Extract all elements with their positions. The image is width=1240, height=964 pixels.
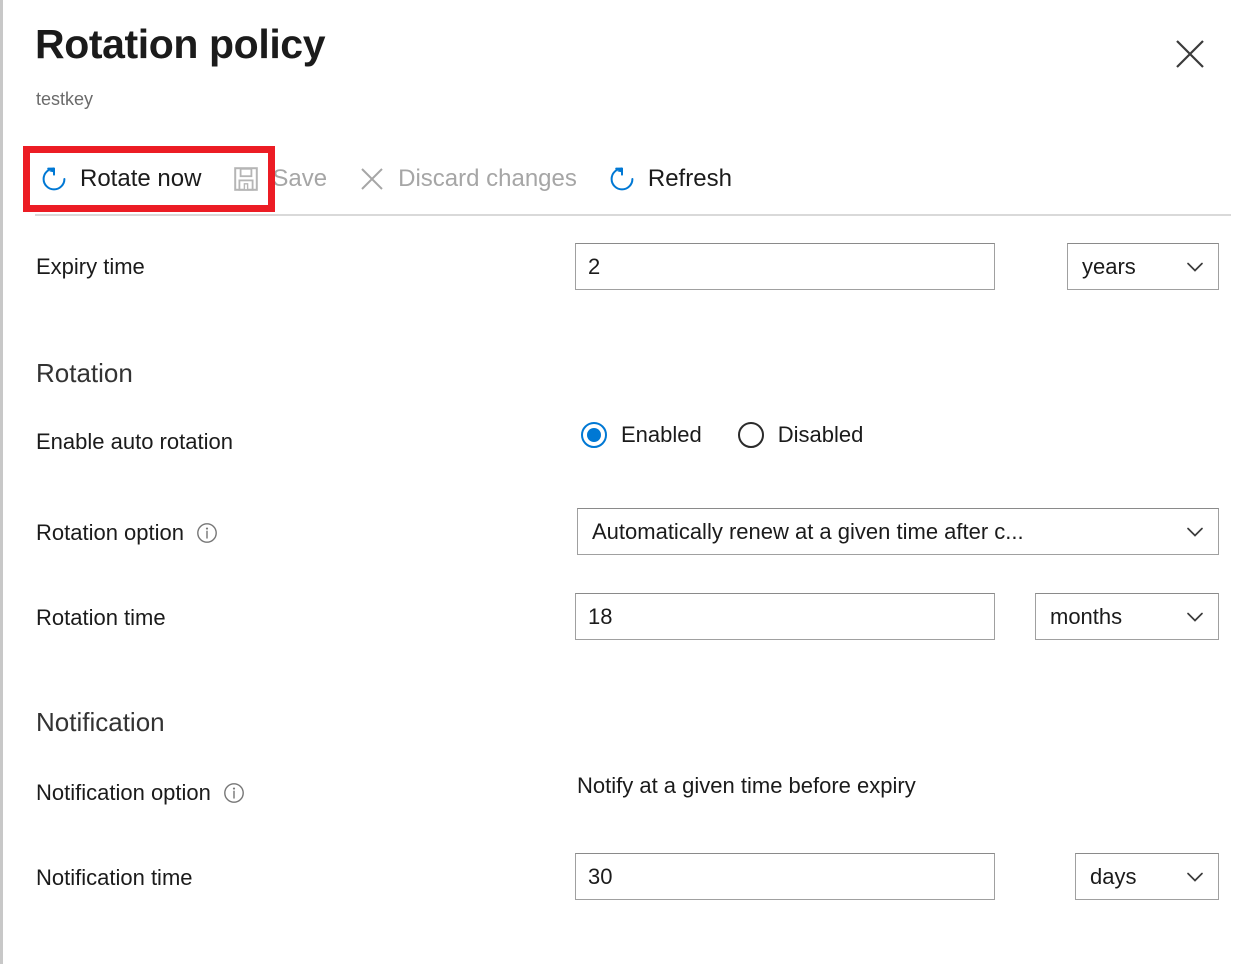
notification-time-unit-value: days: [1090, 864, 1136, 890]
expiry-time-input[interactable]: [575, 243, 995, 290]
rotation-option-label: Rotation option: [36, 520, 218, 546]
blade-header: Rotation policy testkey: [3, 0, 1240, 140]
rotation-section-heading: Rotation: [36, 358, 133, 389]
rotation-policy-blade: Rotation policy testkey Rotate now: [0, 0, 1240, 964]
chevron-down-icon: [1184, 866, 1206, 888]
notification-option-label: Notification option: [36, 780, 245, 806]
notification-time-unit-dropdown[interactable]: days: [1075, 853, 1219, 900]
save-icon: [231, 164, 261, 194]
radio-option-disabled[interactable]: Disabled: [738, 422, 864, 448]
rotation-time-label: Rotation time: [36, 605, 166, 631]
rotation-time-unit-dropdown[interactable]: months: [1035, 593, 1219, 640]
info-icon[interactable]: [223, 782, 245, 804]
discard-icon: [357, 164, 387, 194]
radio-label-disabled: Disabled: [778, 422, 864, 448]
radio-mark-enabled: [581, 422, 607, 448]
chevron-down-icon: [1184, 521, 1206, 543]
rotate-now-label: Rotate now: [80, 165, 201, 193]
radio-mark-disabled: [738, 422, 764, 448]
notification-time-label: Notification time: [36, 865, 193, 891]
page-title: Rotation policy: [35, 22, 325, 67]
rotation-time-unit-value: months: [1050, 604, 1122, 630]
refresh-button[interactable]: Refresh: [603, 157, 744, 201]
radio-option-enabled[interactable]: Enabled: [581, 422, 702, 448]
rotate-icon: [39, 164, 69, 194]
notification-time-input[interactable]: [575, 853, 995, 900]
rotation-option-value: Automatically renew at a given time afte…: [592, 519, 1024, 545]
expiry-time-label: Expiry time: [36, 254, 145, 280]
radio-label-enabled: Enabled: [621, 422, 702, 448]
close-blade-button[interactable]: [1166, 30, 1214, 78]
enable-auto-rotation-radio-group: Enabled Disabled: [581, 422, 863, 448]
save-label: Save: [272, 165, 327, 193]
enable-auto-rotation-label: Enable auto rotation: [36, 429, 233, 455]
refresh-label: Refresh: [648, 165, 732, 193]
expiry-time-unit-dropdown[interactable]: years: [1067, 243, 1219, 290]
notification-option-label-text: Notification option: [36, 780, 211, 806]
rotate-now-button[interactable]: Rotate now: [35, 157, 213, 201]
notification-section-heading: Notification: [36, 707, 165, 738]
notification-option-value: Notify at a given time before expiry: [577, 773, 916, 799]
blade-subtitle-key-name: testkey: [36, 89, 93, 110]
rotation-option-dropdown[interactable]: Automatically renew at a given time afte…: [577, 508, 1219, 555]
rotation-option-label-text: Rotation option: [36, 520, 184, 546]
toolbar-divider: [35, 214, 1231, 216]
rotation-time-input[interactable]: [575, 593, 995, 640]
chevron-down-icon: [1184, 256, 1206, 278]
discard-changes-button[interactable]: Discard changes: [353, 157, 589, 201]
save-button[interactable]: Save: [227, 157, 339, 201]
expiry-time-unit-value: years: [1082, 254, 1136, 280]
chevron-down-icon: [1184, 606, 1206, 628]
info-icon[interactable]: [196, 522, 218, 544]
refresh-icon: [607, 164, 637, 194]
command-bar: Rotate now Save Discard changes: [3, 152, 758, 206]
discard-changes-label: Discard changes: [398, 165, 577, 193]
close-icon: [1173, 37, 1207, 71]
